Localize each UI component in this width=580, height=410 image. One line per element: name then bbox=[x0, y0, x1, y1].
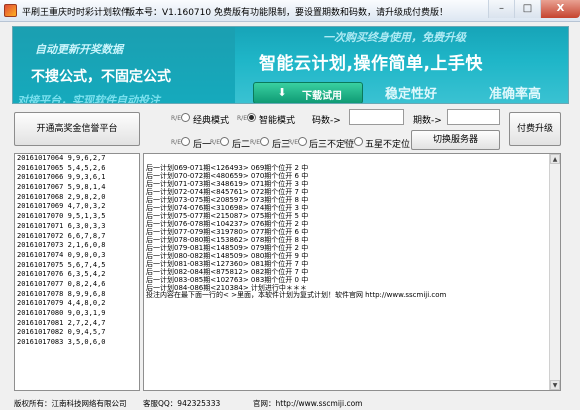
list-item: 20161017073 2,1,6,0,8 bbox=[17, 241, 106, 250]
last-two-label: 后二 bbox=[232, 140, 251, 150]
copyright-text: 版权所有：江南科技网络有限公司 bbox=[14, 399, 127, 408]
paid-upgrade-button[interactable]: 付费升级 bbox=[509, 112, 561, 146]
list-item: 20161017081 2,7,2,4,7 bbox=[17, 318, 106, 327]
period-count-input[interactable] bbox=[447, 109, 500, 125]
list-item: 20161017076 6,3,5,4,2 bbox=[17, 270, 106, 279]
code-count-label: 码数-> bbox=[312, 116, 341, 126]
list-item: 20161017064 9,9,6,2,7 bbox=[17, 154, 106, 162]
list-item: 20161017065 5,4,5,2,6 bbox=[17, 163, 106, 172]
list-item: 20161017068 2,9,8,2,0 bbox=[17, 192, 106, 201]
option-tag: R/E bbox=[171, 115, 181, 122]
smart-mode-label: 智能模式 bbox=[259, 116, 296, 126]
support-qq-text: 客服QQ：942325333 bbox=[143, 399, 221, 408]
radio-last-three-unpositioned[interactable] bbox=[298, 137, 307, 146]
banner-accuracy-text: 准确率高 bbox=[489, 87, 542, 102]
banner-left-bottom-text: 对接平台，实现软件自动投注 bbox=[17, 94, 160, 104]
open-platform-button[interactable]: 开通高奖金信誉平台 bbox=[14, 112, 140, 146]
download-trial-button[interactable]: ⬇ 下载试用 bbox=[253, 82, 363, 103]
list-item: 20161017078 8,9,9,6,8 bbox=[17, 289, 106, 298]
list-item: 20161017075 5,6,7,4,5 bbox=[17, 260, 106, 269]
log-scrollbar[interactable]: ▲ ▼ bbox=[549, 154, 560, 390]
download-arrow-icon: ⬇ bbox=[277, 86, 287, 99]
plan-log-textarea[interactable]: 后一计划069-071期<126493> 069期个位开 2 中 后一计划070… bbox=[143, 153, 561, 391]
minimize-button[interactable]: – bbox=[488, 0, 514, 18]
promo-banner[interactable]: 自动更新开奖数据 不搜公式，不固定公式 对接平台，实现软件自动投注 一次购买终身… bbox=[12, 26, 569, 104]
option-tag: R/E bbox=[237, 115, 247, 122]
window-title: 平刷王重庆时时彩计划软件 bbox=[22, 8, 131, 18]
switch-server-button[interactable]: 切换服务器 bbox=[411, 130, 500, 150]
list-item: 20161017083 3,5,0,6,0 bbox=[17, 338, 106, 347]
banner-headline: 智能云计划,操作简单,上手快 bbox=[259, 54, 483, 74]
list-item: 20161017072 6,6,7,8,7 bbox=[17, 231, 106, 240]
betting-info-message: 投注内容在最下面一行的< >里面，本软件计划为复式计划！软件官网 http://… bbox=[146, 291, 447, 299]
list-item: 20161017069 4,7,0,3,2 bbox=[17, 202, 106, 211]
radio-last-two[interactable] bbox=[220, 137, 229, 146]
option-tag: R/E bbox=[210, 139, 220, 146]
app-icon bbox=[4, 4, 17, 17]
close-button[interactable]: X bbox=[540, 0, 580, 18]
free-version-notice: 免费版有功能限制，要设置期数和码数，请升级成付费版！ bbox=[214, 8, 449, 18]
banner-stable-text: 稳定性好 bbox=[385, 87, 438, 102]
website-link[interactable]: 官网：http://www.sscmiji.com bbox=[253, 398, 362, 409]
code-count-input[interactable] bbox=[349, 109, 404, 125]
maximize-button[interactable]: □ bbox=[514, 0, 540, 18]
list-item: 20161017066 9,9,3,6,1 bbox=[17, 173, 106, 182]
list-item: 20161017074 0,9,0,0,3 bbox=[17, 250, 106, 259]
list-item: 20161017080 9,0,3,1,9 bbox=[17, 309, 106, 317]
last-one-label: 后一 bbox=[193, 140, 212, 150]
title-bar: 平刷王重庆时时彩计划软件 版本号：V1.160710 免费版有功能限制，要设置期… bbox=[0, 0, 580, 22]
download-trial-label: 下载试用 bbox=[302, 91, 342, 102]
option-tag: R/E bbox=[288, 139, 298, 146]
period-count-label: 期数-> bbox=[413, 116, 442, 126]
banner-left-mid-text: 不搜公式，不固定公式 bbox=[31, 69, 171, 85]
version-label: 版本号：V1.160710 bbox=[126, 8, 212, 18]
list-item: 20161017071 6,3,0,3,3 bbox=[17, 221, 106, 230]
option-tag: R/E bbox=[250, 139, 260, 146]
list-item: 20161017082 0,9,4,5,7 bbox=[17, 328, 106, 337]
five-star-unpositioned-label: 五星不定位 bbox=[365, 140, 411, 150]
list-item: 20161017067 5,9,8,1,4 bbox=[17, 183, 106, 192]
scroll-up-icon[interactable]: ▲ bbox=[550, 154, 560, 164]
list-item: 20161017077 0,8,2,4,6 bbox=[17, 279, 106, 288]
window-controls: – □ X bbox=[488, 0, 580, 18]
radio-classic-mode[interactable] bbox=[181, 113, 190, 122]
radio-last-one[interactable] bbox=[181, 137, 190, 146]
draw-results-list[interactable]: 20161017064 9,9,6,2,7 20161017065 5,4,5,… bbox=[14, 153, 140, 391]
banner-right-top-text: 一次购买终身使用，免费升级 bbox=[323, 31, 466, 44]
banner-left-top-text: 自动更新开奖数据 bbox=[35, 43, 123, 56]
list-item: 20161017079 4,4,8,0,2 bbox=[17, 299, 106, 308]
radio-five-star-unpositioned[interactable] bbox=[354, 137, 363, 146]
option-tag: R/E bbox=[344, 139, 354, 146]
radio-last-three[interactable] bbox=[260, 137, 269, 146]
radio-smart-mode[interactable] bbox=[247, 113, 256, 122]
classic-mode-label: 经典模式 bbox=[193, 116, 230, 126]
list-item: 20161017070 9,5,1,3,5 bbox=[17, 212, 106, 221]
status-bar: 版权所有：江南科技网络有限公司 客服QQ：942325333 官网：http:/… bbox=[0, 394, 580, 410]
option-tag: R/E bbox=[171, 139, 181, 146]
scroll-down-icon[interactable]: ▼ bbox=[550, 380, 560, 390]
